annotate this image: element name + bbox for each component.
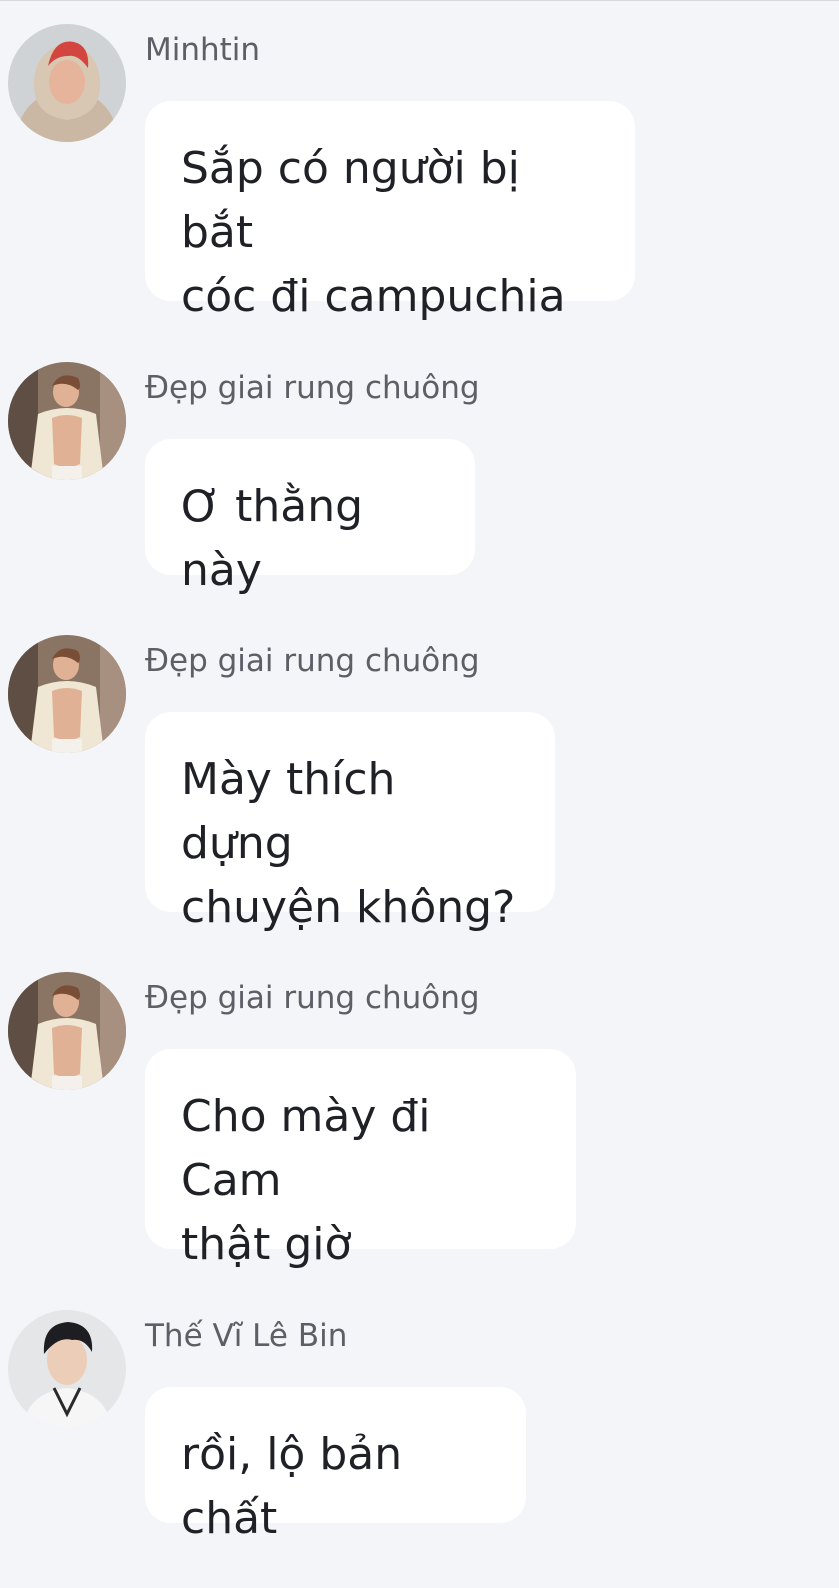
- avatar[interactable]: [8, 24, 126, 142]
- top-divider: [0, 0, 839, 1]
- sender-name: Đẹp giai rung chuông: [145, 980, 480, 1016]
- message-text: rồi, lộ bản chất: [181, 1429, 403, 1544]
- sender-name: Đẹp giai rung chuông: [145, 643, 480, 679]
- avatar[interactable]: [8, 1310, 126, 1428]
- message-item: Đẹp giai rung chuông Ơ thằng này: [0, 362, 839, 596]
- message-bubble[interactable]: rồi, lộ bản chất: [145, 1387, 526, 1544]
- message-text: Mày thích dựng chuyện không?: [181, 754, 516, 933]
- message-text: Cho mày đi Cam thật giờ: [181, 1091, 431, 1270]
- message-text: Sắp có người bị bắt cóc đi campuchia: [181, 143, 566, 322]
- sender-name: Minhtin: [145, 32, 261, 68]
- avatar[interactable]: [8, 635, 126, 753]
- sender-name: Thế Vĩ Lê Bin: [145, 1318, 348, 1354]
- message-bubble[interactable]: Ơ thằng này: [145, 439, 475, 596]
- message-bubble[interactable]: Sắp có người bị bắt cóc đi campuchia: [145, 101, 635, 322]
- message-bubble[interactable]: Cho mày đi Cam thật giờ: [145, 1049, 576, 1270]
- message-text: Ơ thằng này: [181, 481, 364, 596]
- message-item: Đẹp giai rung chuông Cho mày đi Cam thật…: [0, 972, 839, 1270]
- message-item: Thế Vĩ Lê Bin rồi, lộ bản chất: [0, 1310, 839, 1544]
- message-item: Minhtin Sắp có người bị bắt cóc đi campu…: [0, 24, 839, 322]
- message-bubble[interactable]: Mày thích dựng chuyện không?: [145, 712, 555, 933]
- avatar[interactable]: [8, 362, 126, 480]
- avatar[interactable]: [8, 972, 126, 1090]
- sender-name: Đẹp giai rung chuông: [145, 370, 480, 406]
- message-item: Đẹp giai rung chuông Mày thích dựng chuy…: [0, 635, 839, 933]
